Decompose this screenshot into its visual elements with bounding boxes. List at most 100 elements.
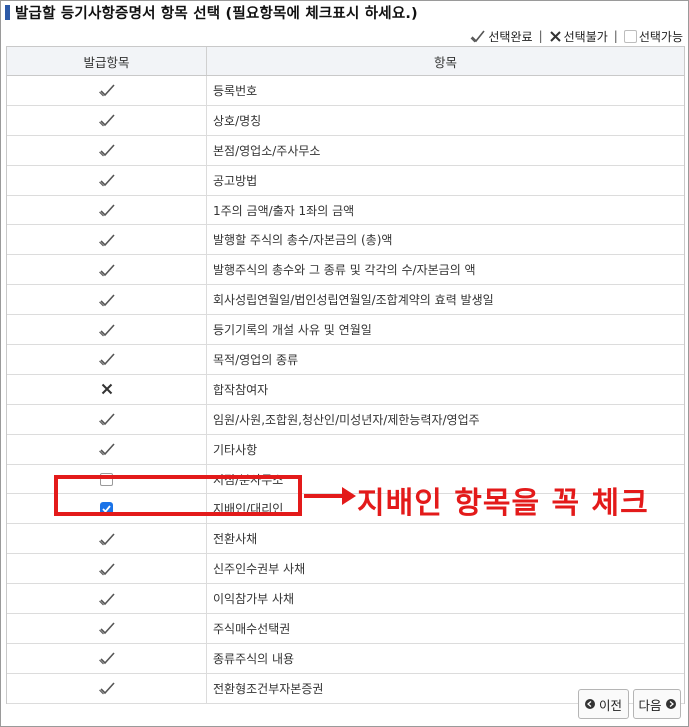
legend-available: 선택가능 — [623, 28, 683, 45]
next-button-label: 다음 — [638, 697, 662, 713]
legend-completed: 선택완료 — [470, 28, 533, 45]
table-row: 등기기록의 개설 사유 및 연월일 — [7, 315, 684, 346]
item-label: 공고방법 — [213, 173, 258, 188]
table-header: 발급항목 항목 — [7, 47, 684, 76]
chevron-left-icon — [584, 699, 595, 709]
next-button[interactable]: 다음 — [633, 689, 681, 719]
table-row: 상호/명칭 — [7, 105, 684, 136]
checkmark-icon — [98, 294, 115, 307]
item-label: 등록번호 — [213, 83, 258, 98]
table-row: 종류주식의 내용 — [7, 643, 684, 674]
item-label: 신주인수권부 사채 — [213, 562, 306, 577]
status-cell — [7, 225, 207, 255]
column-header-item: 항목 — [433, 54, 457, 70]
column-header-issue-item: 발급항목 — [7, 47, 207, 75]
table-row: 전환사채 — [7, 524, 684, 555]
status-cell — [7, 584, 207, 614]
status-cell — [7, 135, 207, 165]
item-label: 본점/영업소/주사무소 — [213, 143, 321, 158]
empty-checkbox-icon — [623, 29, 637, 43]
legend: 선택완료 | 선택불가 | 선택가능 — [470, 27, 683, 45]
table-row: 발행주식의 총수와 그 종류 및 각각의 수/자본금의 액 — [7, 255, 684, 286]
table-row: 본점/영업소/주사무소 — [7, 135, 684, 166]
checkmark-icon — [98, 413, 115, 426]
status-cell — [7, 255, 207, 285]
item-label: 임원/사원,조합원,청산인/미성년자/제한능력자/영업주 — [213, 412, 480, 427]
status-cell — [7, 345, 207, 374]
item-label: 발행주식의 총수와 그 종류 및 각각의 수/자본금의 액 — [213, 263, 476, 278]
page-title: 발급할 등기사항증명서 항목 선택 (필요항목에 체크표시 하세요.) — [15, 5, 418, 22]
checkmark-icon — [98, 264, 115, 277]
status-cell — [7, 554, 207, 584]
table-body: 등록번호상호/명칭본점/영업소/주사무소공고방법 1주의 금액/출자 1좌의 금액… — [7, 76, 684, 704]
checkmark-icon — [98, 204, 115, 217]
table-row: 등록번호 — [7, 76, 684, 106]
status-cell — [7, 76, 207, 105]
legend-unavailable-label: 선택불가 — [563, 29, 608, 44]
arrow-right-icon — [304, 487, 356, 505]
table-row: 이익참가부 사채 — [7, 584, 684, 615]
status-cell — [7, 524, 207, 554]
checkmark-icon — [98, 593, 115, 606]
x-icon — [549, 30, 561, 42]
table-row: 합작참여자 — [7, 374, 684, 405]
checkmark-icon — [470, 30, 486, 43]
status-cell — [7, 165, 207, 195]
checkmark-icon — [98, 84, 115, 97]
table-row: 발행할 주식의 총수/자본금의 (총)액 — [7, 225, 684, 256]
status-cell — [7, 374, 207, 404]
table-row: 임원/사원,조합원,청산인/미성년자/제한능력자/영업주 — [7, 404, 684, 435]
item-label: 주식매수선택권 — [213, 621, 291, 636]
status-cell — [7, 285, 207, 315]
item-label: 상호/명칭 — [213, 113, 262, 128]
table-row: 공고방법 — [7, 165, 684, 196]
status-cell — [7, 195, 207, 225]
status-cell — [7, 643, 207, 673]
legend-available-label: 선택가능 — [638, 29, 683, 44]
status-cell — [7, 673, 207, 703]
item-label: 기타사항 — [213, 442, 258, 457]
annotation-text: 지배인 항목을 꼭 체크 — [357, 486, 649, 521]
item-label: 목적/영업의 종류 — [213, 352, 299, 367]
prev-button[interactable]: 이전 — [578, 689, 629, 719]
table-row: 기타사항 — [7, 434, 684, 465]
status-cell — [7, 315, 207, 345]
item-label: 회사성립연월일/법인성립연월일/조합계약의 효력 발생일 — [213, 293, 494, 308]
checkmark-icon — [98, 682, 115, 695]
checkmark-icon — [98, 174, 115, 187]
checkmark-icon — [98, 234, 115, 247]
status-cell — [7, 434, 207, 464]
item-table: 발급항목 항목 등록번호상호/명칭본점/영업소/주사무소공고방법 1주의 금액/출… — [6, 46, 685, 704]
item-label: 등기기록의 개설 사유 및 연월일 — [213, 323, 372, 338]
title-bullet-icon — [5, 4, 10, 20]
legend-unavailable: 선택불가 — [549, 28, 608, 45]
item-label: 합작참여자 — [213, 382, 269, 397]
chevron-right-icon — [665, 699, 676, 709]
table-row: 신주인수권부 사채 — [7, 554, 684, 585]
item-label: 1주의 금액/출자 1좌의 금액 — [213, 203, 355, 218]
checkmark-icon — [98, 144, 115, 157]
table-row: 1주의 금액/출자 1좌의 금액 — [7, 195, 684, 226]
checkmark-icon — [98, 622, 115, 635]
prev-button-label: 이전 — [598, 697, 622, 713]
checkmark-icon — [98, 353, 115, 366]
checkmark-icon — [98, 652, 115, 665]
item-label: 이익참가부 사채 — [213, 592, 295, 607]
highlight-box — [54, 475, 302, 516]
status-cell — [7, 105, 207, 135]
item-label: 전환사채 — [213, 532, 258, 547]
title-row: 발급할 등기사항증명서 항목 선택 (필요항목에 체크표시 하세요.) — [5, 1, 418, 23]
checkmark-icon — [98, 443, 115, 456]
checkmark-icon — [98, 324, 115, 336]
legend-divider: | — [538, 29, 543, 43]
status-cell — [7, 404, 207, 434]
checkmark-icon — [98, 114, 115, 127]
checkmark-icon — [98, 533, 115, 546]
status-cell — [7, 614, 207, 643]
table-row: 목적/영업의 종류 — [7, 345, 684, 375]
x-icon — [101, 384, 112, 395]
legend-completed-label: 선택완료 — [488, 29, 533, 44]
legend-divider: | — [613, 29, 618, 43]
table-row: 회사성립연월일/법인성립연월일/조합계약의 효력 발생일 — [7, 285, 684, 316]
table-row: 주식매수선택권 — [7, 614, 684, 644]
